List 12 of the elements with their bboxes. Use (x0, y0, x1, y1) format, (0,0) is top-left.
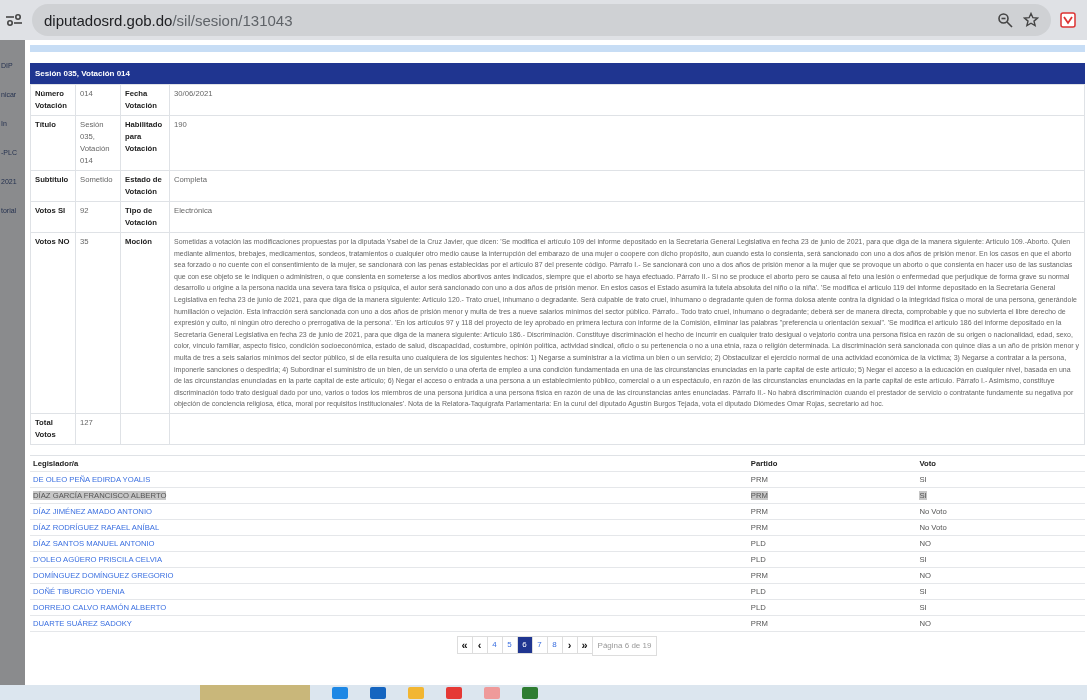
taskbar-app-icon[interactable] (370, 686, 386, 699)
site-settings-icon[interactable] (4, 13, 24, 27)
zoom-icon[interactable] (997, 12, 1013, 28)
panel-title: Sesión 035, Votación 014 (30, 63, 1085, 84)
taskbar-app-icon[interactable] (446, 686, 462, 699)
page-nav-button[interactable]: « (456, 635, 473, 654)
url-text: diputadosrd.gob.do/sil/sesion/131043 (44, 11, 293, 29)
bookmark-star-icon[interactable] (1023, 12, 1039, 28)
taskbar-app-icon[interactable] (522, 686, 538, 699)
taskbar-app-icon[interactable] (332, 686, 348, 699)
page-info: Página 6 de 19 (591, 635, 658, 656)
address-bar[interactable]: diputadosrd.gob.do/sil/sesion/131043 (32, 4, 1051, 36)
